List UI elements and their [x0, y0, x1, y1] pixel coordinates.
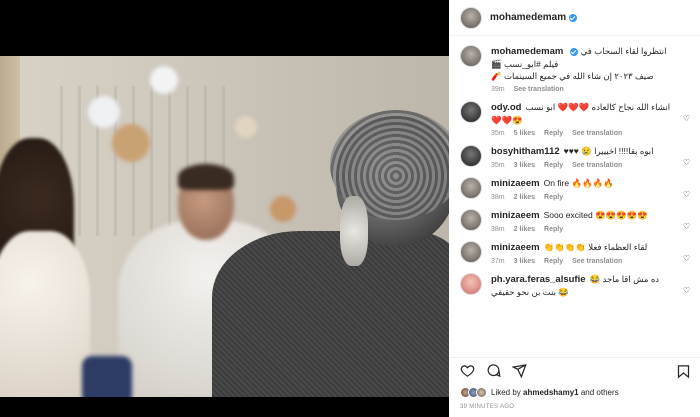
comment-time[interactable]: 38m [491, 226, 505, 233]
photo-balloon [150, 66, 178, 94]
comments-list[interactable]: mohamedemam انتظروا لقاء السحاب في فيلم … [449, 37, 700, 353]
comment-text: Sooo excited 😍😍😍😍😍 [543, 210, 649, 220]
share-icon[interactable] [512, 363, 527, 378]
comment-text: On fire 🔥🔥🔥🔥 [543, 178, 614, 188]
reply-button[interactable]: Reply [544, 258, 563, 265]
comment-username[interactable]: minizaeem [491, 210, 540, 221]
caption-text-line2: فيلم #ابو_نسب 🎬 [491, 59, 559, 69]
post-timestamp: 39 MINUTES AGO [460, 404, 515, 410]
caption-text-line3: صيف ٢٠٢٣ إن شاء الله في جميع السينمات 🧨 [491, 71, 654, 81]
post-header: mohamedemam [449, 0, 700, 36]
like-comment-icon[interactable]: ♡ [683, 159, 691, 167]
photo-balloon [235, 116, 257, 138]
photo-old-man-beard [340, 196, 368, 266]
liked-by-user[interactable]: ahmedshamy1 [523, 388, 579, 397]
like-comment-icon[interactable]: ♡ [683, 115, 691, 123]
photo-woman-dress [0, 231, 90, 397]
bookmark-icon[interactable] [676, 364, 691, 379]
see-translation-link[interactable]: See translation [572, 162, 622, 169]
comment-item: ph.yara.feras_alsufie ده مش اقا ماجد 😂 😂 … [449, 265, 700, 298]
see-translation-link[interactable]: See translation [572, 130, 622, 137]
comment-likes[interactable]: 2 likes [514, 194, 535, 201]
author-avatar[interactable] [460, 45, 482, 67]
commenter-avatar[interactable] [460, 273, 482, 295]
like-comment-icon[interactable]: ♡ [683, 191, 691, 199]
photo-blue-shirt [82, 356, 132, 397]
comment-icon[interactable] [486, 363, 501, 378]
comment-username[interactable]: ph.yara.feras_alsufie [491, 274, 586, 285]
photo-old-man-jacket [212, 231, 449, 397]
comment-item: minizaeem Sooo excited 😍😍😍😍😍 38m 2 likes … [449, 201, 700, 233]
post-details-panel: mohamedemam mohamedemam انتظروا لقاء الس… [449, 0, 700, 417]
comment-text: انشاء الله نجاح كالعاده ❤️❤️❤️ ابو نسب [525, 102, 671, 112]
like-comment-icon[interactable]: ♡ [683, 223, 691, 231]
comment-time[interactable]: 38m [491, 194, 505, 201]
liked-by: Liked by ahmedshamy1 and others [460, 387, 619, 398]
reply-button[interactable]: Reply [544, 130, 563, 137]
comment-item: bosyhitham112 ابوه بقا!!!! اخيييرا 😢 ♥♥♥ … [449, 137, 700, 169]
comment-likes[interactable]: 3 likes [514, 258, 535, 265]
comment-time[interactable]: 35m [491, 162, 505, 169]
commenter-avatar[interactable] [460, 209, 482, 231]
caption-time[interactable]: 39m [491, 86, 505, 93]
comment-likes[interactable]: 5 likes [514, 130, 535, 137]
see-translation-link[interactable]: See translation [572, 258, 622, 265]
see-translation-link[interactable]: See translation [514, 86, 564, 93]
post-actions-bar [449, 357, 700, 383]
photo-balloon [88, 96, 120, 128]
liked-by-prefix: Liked by [491, 388, 521, 397]
comment-time[interactable]: 35m [491, 130, 505, 137]
commenter-avatar[interactable] [460, 101, 482, 123]
liker-avatar [476, 387, 487, 398]
like-comment-icon[interactable]: ♡ [683, 287, 691, 295]
photo-balloon [112, 124, 150, 162]
comment-likes[interactable]: 2 likes [514, 226, 535, 233]
comment-username[interactable]: ody.od [491, 102, 521, 113]
verified-icon [570, 47, 579, 56]
caption-text-line1: انتظروا لقاء السحاب في [580, 46, 667, 56]
author-avatar[interactable] [460, 6, 482, 29]
comment-username[interactable]: bosyhitham112 [491, 146, 560, 157]
heart-icon[interactable] [460, 363, 475, 378]
comment-item: minizaeem لقاء العظماء فعلا 👏👏👏👏 37m 3 li… [449, 233, 700, 265]
commenter-avatar[interactable] [460, 241, 482, 263]
post-photo[interactable] [0, 56, 449, 397]
photo-balloon [270, 196, 296, 222]
commenter-avatar[interactable] [460, 145, 482, 167]
comment-time[interactable]: 37m [491, 258, 505, 265]
photo-man-hair [178, 164, 234, 190]
comment-text-line2: 😂 بنت بن نحو حقيقي [491, 287, 569, 297]
reply-button[interactable]: Reply [544, 226, 563, 233]
caption: mohamedemam انتظروا لقاء السحاب في فيلم … [449, 37, 700, 93]
comment-text: ده مش اقا ماجد 😂 [589, 274, 660, 284]
caption-username[interactable]: mohamedemam [491, 46, 563, 57]
commenter-avatar[interactable] [460, 177, 482, 199]
comment-text: ابوه بقا!!!! اخيييرا 😢 ♥♥♥ [563, 146, 654, 156]
comment-text: لقاء العظماء فعلا 👏👏👏👏 [543, 242, 648, 252]
post-media-pane [0, 0, 449, 417]
author-username[interactable]: mohamedemam [490, 12, 566, 23]
verified-icon [569, 13, 578, 22]
comment-item: minizaeem On fire 🔥🔥🔥🔥 38m 2 likes Reply … [449, 169, 700, 201]
comment-username[interactable]: minizaeem [491, 242, 540, 253]
liked-by-suffix[interactable]: and others [581, 388, 619, 397]
comment-username[interactable]: minizaeem [491, 178, 540, 189]
reply-button[interactable]: Reply [544, 162, 563, 169]
reply-button[interactable]: Reply [544, 194, 563, 201]
like-comment-icon[interactable]: ♡ [683, 255, 691, 263]
comment-text-line2: ❤️❤️😍 [491, 115, 523, 125]
comment-likes[interactable]: 3 likes [514, 162, 535, 169]
comment-item: ody.od انشاء الله نجاح كالعاده ❤️❤️❤️ ابو… [449, 93, 700, 137]
